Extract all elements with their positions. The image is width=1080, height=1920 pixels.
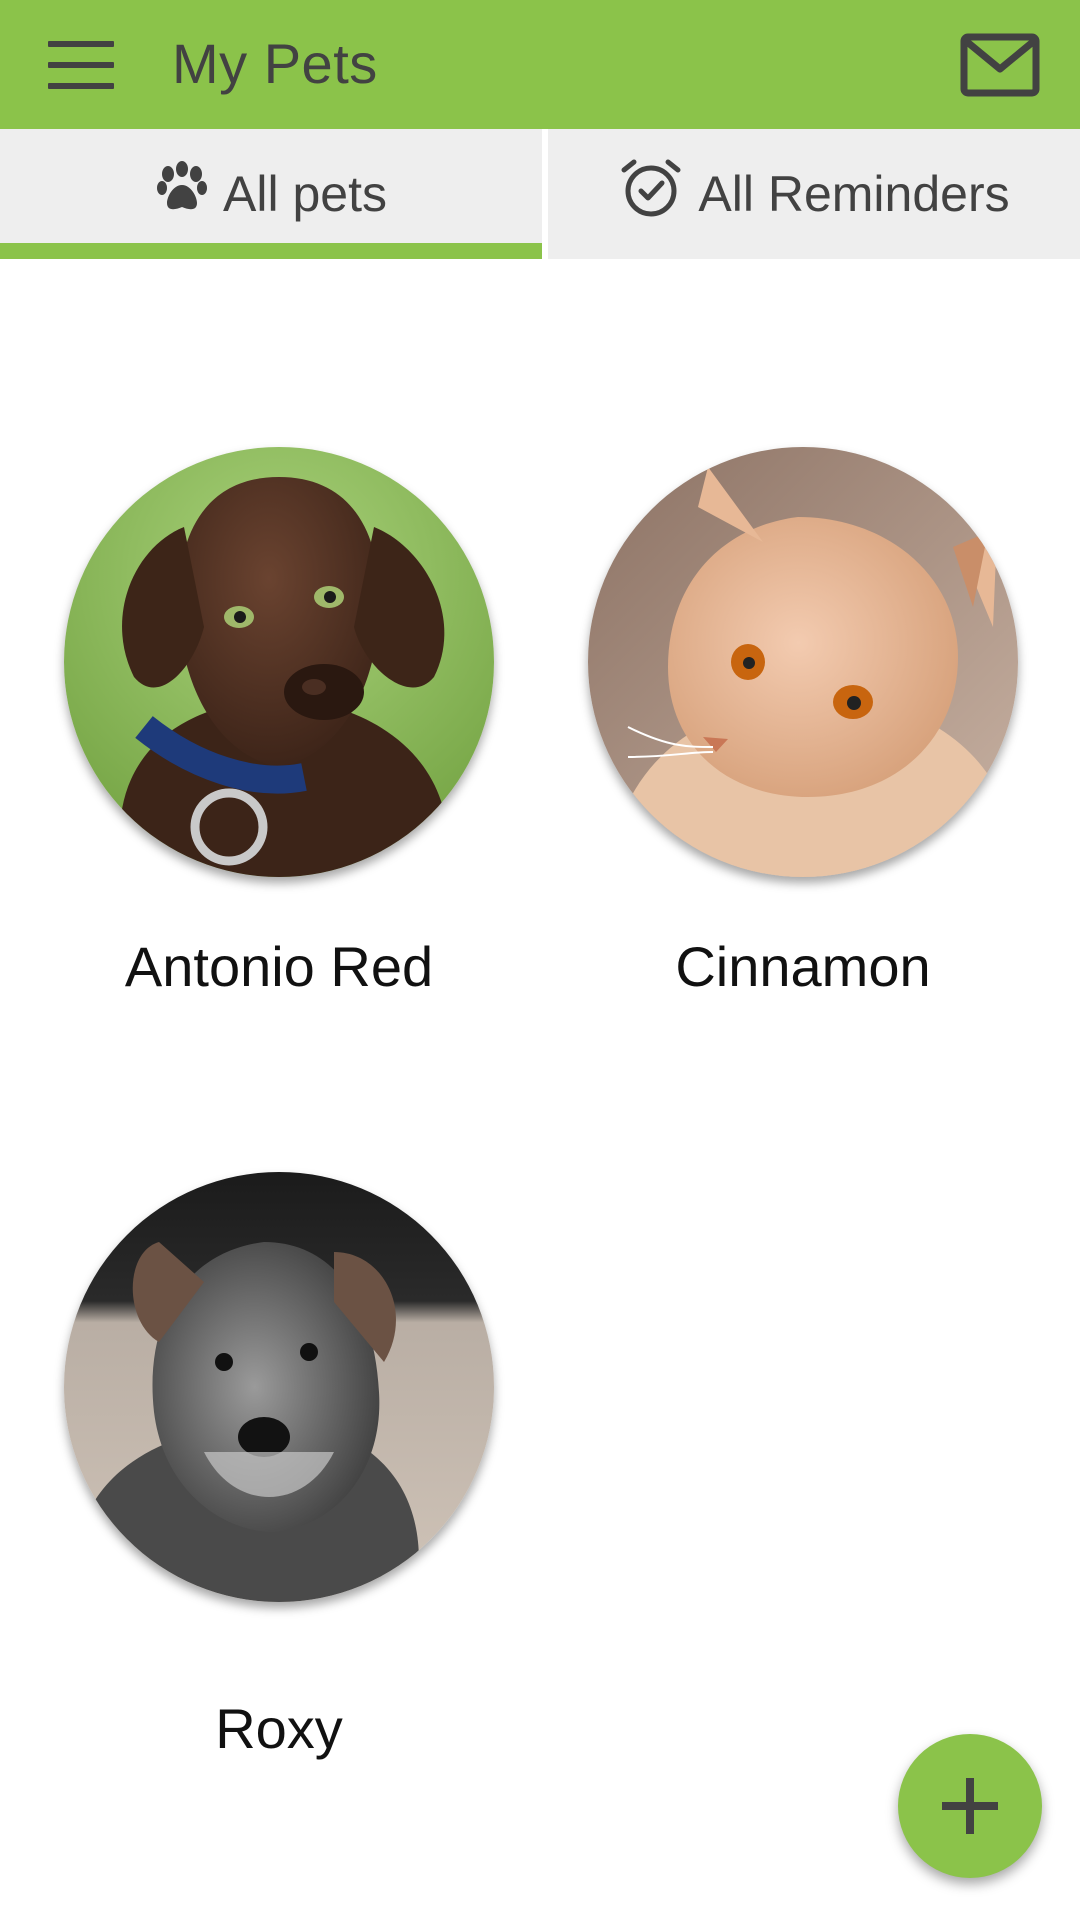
pet-name: Antonio Red xyxy=(124,935,434,998)
tab-all-reminders[interactable]: All Reminders xyxy=(548,129,1080,259)
pet-name: Cinnamon xyxy=(675,935,931,998)
paw-icon xyxy=(155,161,209,227)
envelope-icon[interactable] xyxy=(960,33,1040,97)
pet-card-antonio-red[interactable]: Antonio Red xyxy=(64,447,504,1007)
tab-bar: All pets All Reminders xyxy=(0,129,1080,259)
plus-icon xyxy=(942,1778,998,1834)
tab-all-pets[interactable]: All pets xyxy=(0,129,542,259)
app-toolbar: My Pets xyxy=(0,0,1080,129)
tab-all-pets-label: All pets xyxy=(223,166,387,222)
page-title: My Pets xyxy=(172,32,378,95)
pet-name: Roxy xyxy=(215,1697,343,1760)
pet-photo-dog xyxy=(64,447,494,877)
add-pet-button[interactable] xyxy=(898,1734,1042,1878)
alarm-check-icon xyxy=(618,158,684,230)
pet-photo-cat xyxy=(588,447,1018,877)
pet-card-roxy[interactable]: Roxy xyxy=(64,1172,504,1760)
selected-tab-indicator xyxy=(0,243,542,259)
pet-card-cinnamon[interactable]: Cinnamon xyxy=(588,447,1028,1007)
hamburger-menu-icon[interactable] xyxy=(48,41,114,89)
app-root: My Pets All pets All Reminders Antonio R… xyxy=(0,0,1080,1920)
pet-photo-schnauzer xyxy=(64,1172,494,1602)
tab-all-reminders-label: All Reminders xyxy=(698,166,1010,222)
